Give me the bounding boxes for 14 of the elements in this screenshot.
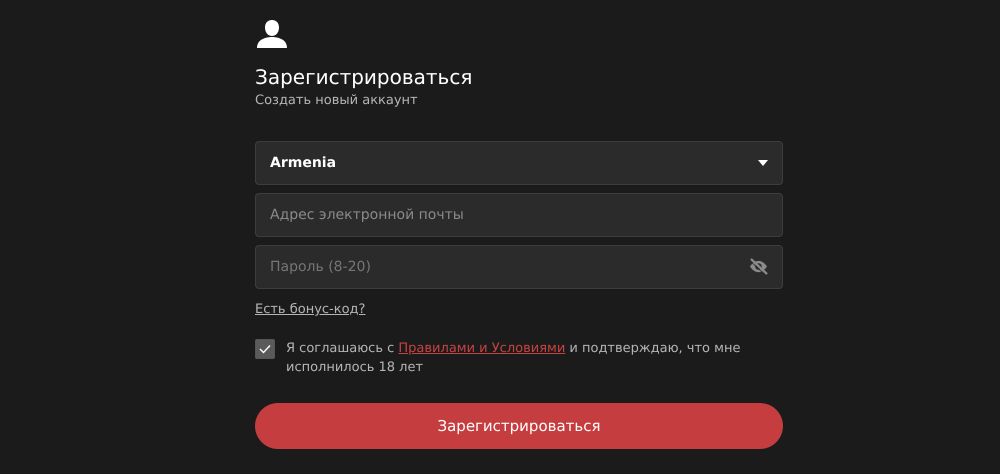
- password-field[interactable]: Пароль (8-20): [255, 245, 783, 289]
- country-select[interactable]: Armenia: [255, 141, 783, 185]
- agree-checkbox[interactable]: [255, 339, 275, 359]
- check-icon: [259, 344, 271, 354]
- caret-icon: [758, 160, 768, 166]
- form-title: Зарегистрироваться: [255, 64, 472, 90]
- agreement-text: Я соглашаюсь с Правилами и Условиями и подтверждаю, что мне исполнилось 18 лет: [286, 340, 742, 377]
- terms-link[interactable]: Правилами и Условиями: [398, 341, 566, 356]
- email-field[interactable]: Адрес электронной почты: [255, 193, 783, 237]
- bonus-code-link[interactable]: Есть бонус-код?: [255, 302, 366, 317]
- form-subtitle: Создать новый аккаунт: [255, 93, 418, 108]
- user-icon: [257, 20, 287, 48]
- register-button[interactable]: Зарегистрироваться: [255, 403, 783, 449]
- eye-slash-icon[interactable]: [748, 258, 769, 275]
